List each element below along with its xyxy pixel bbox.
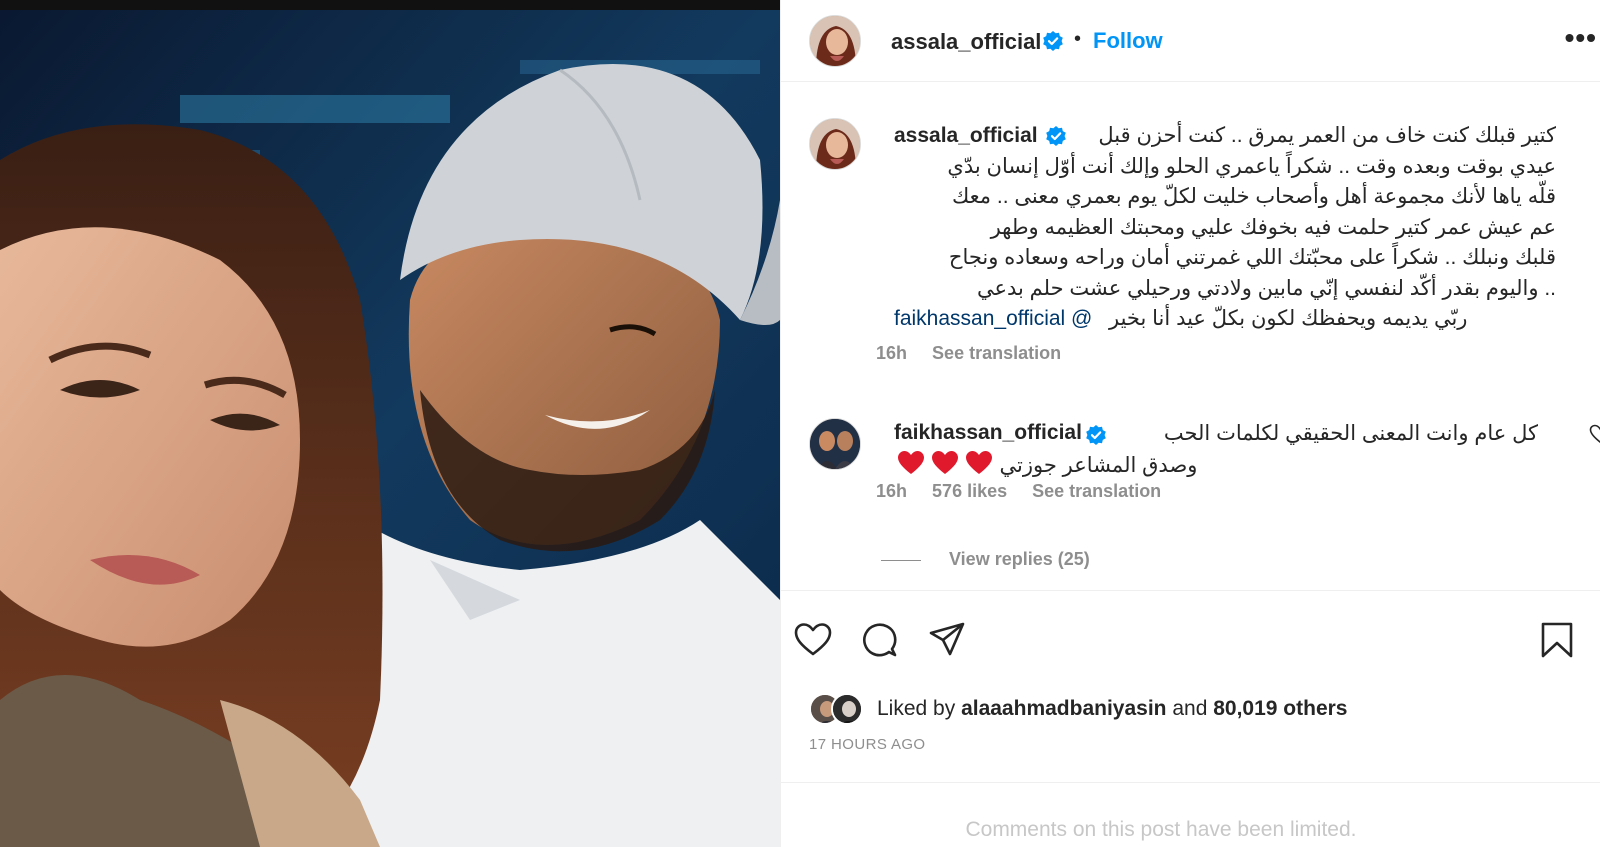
caption-time[interactable]: 16h (876, 343, 907, 363)
separator-dot: • (1074, 28, 1082, 50)
liked-by-user-link[interactable]: alaaahmadbaniyasin (961, 697, 1166, 720)
share-icon[interactable] (927, 620, 967, 660)
caption-text: قلبك ونبلك .. شكراً على محبّتك اللي غمرت… (948, 246, 1556, 269)
comment-second-line: وصدق المشاعر جوزتي (894, 451, 1197, 483)
commenter-username[interactable]: faikhassan_official (894, 421, 1082, 445)
comment-time[interactable]: 16h (876, 481, 907, 501)
author-username[interactable]: assala_official (891, 29, 1041, 55)
see-translation-button[interactable]: See translation (932, 343, 1061, 363)
liked-by-others-link[interactable]: 80,019 others (1213, 697, 1347, 720)
verified-badge-icon (1086, 425, 1106, 445)
post-header: assala_official • Follow ••• (781, 0, 1600, 82)
caption-first-line: assala_official كتير قبلك كنت خاف من الع… (894, 121, 1594, 152)
comment-meta: 16h 576 likes See translation (876, 481, 1181, 502)
caption-meta: 16h See translation (876, 343, 1081, 364)
caption-last-line: faikhassan_official @ ربّي يديمه ويحفظك … (894, 304, 1594, 335)
caption-author-avatar[interactable] (809, 118, 861, 170)
comments-divider (781, 782, 1600, 783)
verified-badge-icon (1043, 31, 1063, 51)
more-options-icon[interactable]: ••• (1565, 22, 1597, 54)
liked-by-prefix: Liked by (877, 697, 956, 720)
caption-text: كتير قبلك كنت خاف من العمر يمرق .. كنت أ… (1098, 124, 1556, 147)
post-timestamp[interactable]: 17 HOURS AGO (809, 736, 926, 753)
liker-avatar[interactable] (831, 693, 863, 725)
caption-author-username[interactable]: assala_official (894, 121, 1038, 152)
comment-text: وصدق المشاعر جوزتي (999, 454, 1198, 477)
view-replies-label: View replies (25) (949, 549, 1090, 569)
comment-likes-count[interactable]: 576 likes (932, 481, 1007, 501)
post-photo-illustration (0, 0, 780, 847)
bookmark-icon[interactable] (1537, 620, 1577, 660)
verified-badge-icon (1046, 125, 1066, 146)
post-image[interactable] (0, 0, 780, 847)
comment-like-heart-icon[interactable] (1589, 424, 1600, 444)
see-translation-button[interactable]: See translation (1032, 481, 1161, 501)
replies-line (881, 559, 921, 561)
caption-text: ربّي يديمه ويحفظك لكون بكلّ عيد أنا بخير (1109, 307, 1468, 330)
liked-by-text: Liked by alaaahmadbaniyasin and 80,019 o… (877, 697, 1347, 721)
red-heart-icon (965, 451, 992, 474)
commenter-avatar[interactable] (809, 418, 861, 470)
red-heart-icon (931, 451, 958, 474)
liked-by-and: and (1172, 697, 1208, 720)
comments-limited-notice: Comments on this post have been limited. (965, 818, 1357, 841)
comment-text: كل عام وانت المعنى الحقيقي لكلمات الحب (1163, 422, 1538, 445)
mention-link[interactable]: faikhassan_official @ (894, 304, 1092, 335)
caption-text: عيدي بوقت وبعده وقت .. شكراً ياعمري الحل… (947, 154, 1556, 178)
caption-text: عم عيش عمر كتير حلمت فيه بخوفك عليي ومحب… (990, 215, 1556, 239)
action-divider (781, 590, 1600, 591)
caption: assala_official كتير قبلك كنت خاف من الع… (894, 121, 1594, 335)
liked-by-avatars[interactable] (809, 693, 873, 727)
heart-emojis (898, 451, 994, 481)
caption-text: قلّه ياها لأنك مجموعة أهل وأصحاب خليت لك… (951, 185, 1556, 208)
comment-first-line: faikhassan_official كل عام وانت المعنى ا… (894, 421, 1574, 451)
post-details-panel: assala_official • Follow ••• assala_offi… (780, 0, 1600, 847)
follow-button[interactable]: Follow (1093, 28, 1163, 54)
author-avatar[interactable] (809, 15, 861, 67)
red-heart-icon (898, 451, 924, 474)
comment-icon[interactable] (859, 620, 899, 660)
like-heart-icon[interactable] (793, 620, 833, 660)
caption-text: .. واليوم بقدر أكّد لنفسي إنّي مابين ولا… (976, 276, 1556, 300)
view-replies-button[interactable]: View replies (25) (881, 549, 1090, 570)
